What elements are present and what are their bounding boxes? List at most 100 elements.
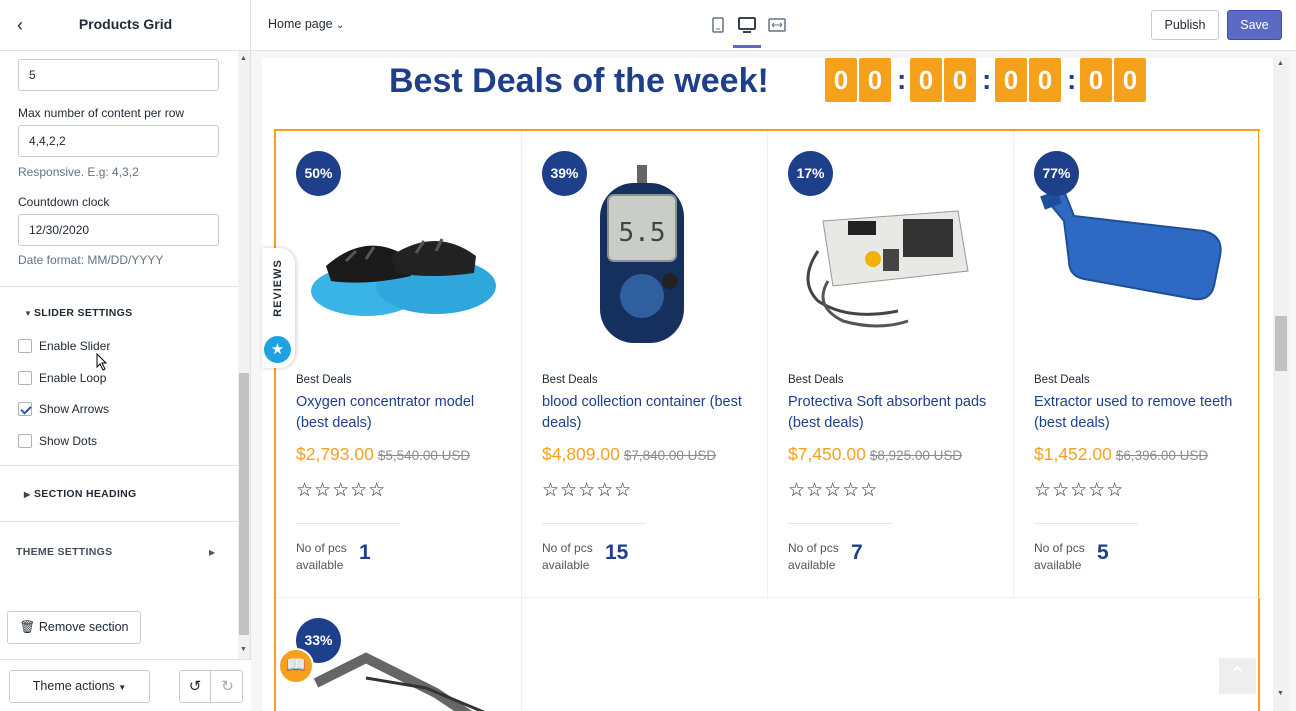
- sidebar-scrollbar-thumb[interactable]: [239, 373, 249, 635]
- countdown-digit: 0: [1029, 58, 1061, 102]
- divider: [788, 523, 892, 524]
- scroll-up-icon[interactable]: ▲: [240, 55, 247, 62]
- slider-settings-title: SLIDER SETTINGS: [34, 307, 133, 319]
- scroll-down-icon[interactable]: ▼: [240, 646, 247, 653]
- countdown-digit: 0: [944, 58, 976, 102]
- product-vendor: Best Deals: [542, 374, 598, 386]
- store-preview: Best Deals of the week! 0 0 : 0 0 : 0 0 …: [262, 58, 1273, 711]
- countdown-digit: 0: [1114, 58, 1146, 102]
- caret-right-icon: ▶: [209, 548, 216, 557]
- countdown-digit: 0: [825, 58, 857, 102]
- countdown-input[interactable]: 12/30/2020: [18, 214, 219, 246]
- rating-stars: ☆☆☆☆☆: [1034, 480, 1125, 501]
- deals-heading: Best Deals of the week!: [389, 62, 769, 100]
- enable-loop-label: Enable Loop: [39, 371, 107, 385]
- preview-scrollbar[interactable]: ▲ ▼: [1273, 58, 1289, 711]
- checkbox-box[interactable]: [18, 371, 32, 385]
- compare-price: $8,925.00 USD: [869, 448, 963, 463]
- rating-stars: ☆☆☆☆☆: [788, 480, 879, 501]
- available-label: No of pcs available: [296, 541, 347, 572]
- divider: [0, 286, 238, 287]
- available-label: No of pcs available: [542, 541, 593, 572]
- desktop-view-icon[interactable]: [733, 13, 761, 48]
- sidebar-footer: Theme actions ▼ ↺ ↻: [0, 659, 251, 711]
- countdown-colon: :: [897, 64, 907, 95]
- products-grid: 50% Best Deals Oxygen concentrator model…: [274, 129, 1260, 711]
- sidebar-header: ‹ Products Grid: [0, 0, 250, 51]
- show-dots-label: Show Dots: [39, 434, 98, 448]
- product-card[interactable]: 17% Best Deals Protectiva Soft absorbent…: [768, 131, 1014, 598]
- product-card[interactable]: 50% Best Deals Oxygen concentrator model…: [276, 131, 522, 598]
- product-vendor: Best Deals: [296, 374, 352, 386]
- checkbox-box[interactable]: [18, 434, 32, 448]
- product-title[interactable]: Extractor used to remove teeth (best dea…: [1034, 392, 1244, 434]
- trash-icon: 🗑: [19, 620, 36, 634]
- section-heading-title: SECTION HEADING: [34, 488, 137, 500]
- mouse-cursor-icon: [96, 353, 108, 371]
- save-button[interactable]: Save: [1227, 10, 1282, 40]
- countdown-help: Date format: MM/DD/YYYY: [18, 253, 164, 267]
- discount-badge: 39%: [542, 151, 587, 196]
- remove-section-button[interactable]: 🗑 Remove section: [7, 611, 141, 644]
- divider: [296, 523, 400, 524]
- countdown-digit: 0: [1080, 58, 1112, 102]
- max-per-row-help: Responsive. E.g: 4,3,2: [18, 165, 139, 179]
- products-limit-input[interactable]: 5: [18, 59, 219, 91]
- page-select-label: Home page: [268, 17, 333, 31]
- product-vendor: Best Deals: [788, 374, 844, 386]
- product-price: $7,450.00 $8,925.00 USD: [788, 444, 962, 465]
- preview-scrollbar-thumb[interactable]: [1275, 316, 1287, 371]
- countdown-colon: :: [982, 64, 992, 95]
- meter-reading: 5.5: [619, 218, 666, 248]
- chevron-down-icon: ⌄: [336, 20, 345, 31]
- publish-button[interactable]: Publish: [1151, 10, 1219, 40]
- reviews-tab[interactable]: REVIEWS ★: [262, 248, 295, 368]
- section-heading-toggle[interactable]: ▶ SECTION HEADING: [24, 488, 137, 500]
- divider: [0, 521, 238, 522]
- remove-section-label: Remove section: [38, 620, 129, 634]
- sale-price: $4,809.00: [542, 444, 620, 464]
- sale-price: $2,793.00: [296, 444, 374, 464]
- fullscreen-view-icon[interactable]: [763, 13, 791, 37]
- undo-icon[interactable]: ↺: [180, 671, 211, 702]
- compare-price: $6,396.00 USD: [1115, 448, 1209, 463]
- book-icon[interactable]: 📖: [278, 648, 314, 684]
- checkbox-box[interactable]: [18, 339, 32, 353]
- sidebar-settings-panel: 5 Max number of content per row 4,4,2,2 …: [0, 51, 251, 659]
- back-to-top-icon[interactable]: ⌃: [1219, 658, 1256, 694]
- available-qty: 7: [851, 541, 863, 564]
- editor-topbar: Home page ⌄ Publish Save: [251, 0, 1296, 51]
- product-card[interactable]: 77% Best Deals Extractor used to remove …: [1014, 131, 1260, 598]
- scroll-up-icon[interactable]: ▲: [1277, 60, 1284, 67]
- slider-settings-toggle[interactable]: ▼ SLIDER SETTINGS: [24, 307, 132, 319]
- available-qty: 15: [605, 541, 629, 564]
- sale-price: $7,450.00: [788, 444, 866, 464]
- enable-slider-label: Enable Slider: [39, 339, 111, 353]
- redo-icon[interactable]: ↻: [212, 671, 243, 702]
- product-title[interactable]: Protectiva Soft absorbent pads (best dea…: [788, 392, 998, 434]
- theme-actions-button[interactable]: Theme actions ▼: [9, 670, 150, 703]
- divider: [542, 523, 646, 524]
- editor-sidebar: ‹ Products Grid 5 Max number of content …: [0, 0, 251, 711]
- product-price: $1,452.00 $6,396.00 USD: [1034, 444, 1208, 465]
- product-card[interactable]: 5.5 39% Best Deals blood collection cont…: [522, 131, 768, 598]
- desktop-icon-graphic: [738, 17, 756, 33]
- product-title[interactable]: Oxygen concentrator model (best deals): [296, 392, 506, 434]
- mobile-view-icon[interactable]: [704, 13, 732, 37]
- product-card[interactable]: 33%: [276, 598, 522, 711]
- available-label: No of pcs available: [788, 541, 839, 572]
- theme-settings-link[interactable]: THEME SETTINGS: [16, 546, 112, 558]
- available-label: No of pcs available: [1034, 541, 1085, 572]
- checkbox-box-checked[interactable]: [18, 402, 32, 416]
- product-title[interactable]: blood collection container (best deals): [542, 392, 752, 434]
- reviews-label: REVIEWS: [272, 259, 284, 317]
- sidebar-scrollbar[interactable]: ▲ ▼: [238, 51, 250, 659]
- countdown-digit: 0: [859, 58, 891, 102]
- page-select-dropdown[interactable]: Home page ⌄: [268, 17, 345, 31]
- scroll-down-icon[interactable]: ▼: [1277, 690, 1284, 697]
- fullscreen-icon-graphic: [768, 18, 786, 32]
- product-price: $2,793.00 $5,540.00 USD: [296, 444, 470, 465]
- max-per-row-input[interactable]: 4,4,2,2: [18, 125, 219, 157]
- available-qty: 5: [1097, 541, 1109, 564]
- countdown-digit: 0: [910, 58, 942, 102]
